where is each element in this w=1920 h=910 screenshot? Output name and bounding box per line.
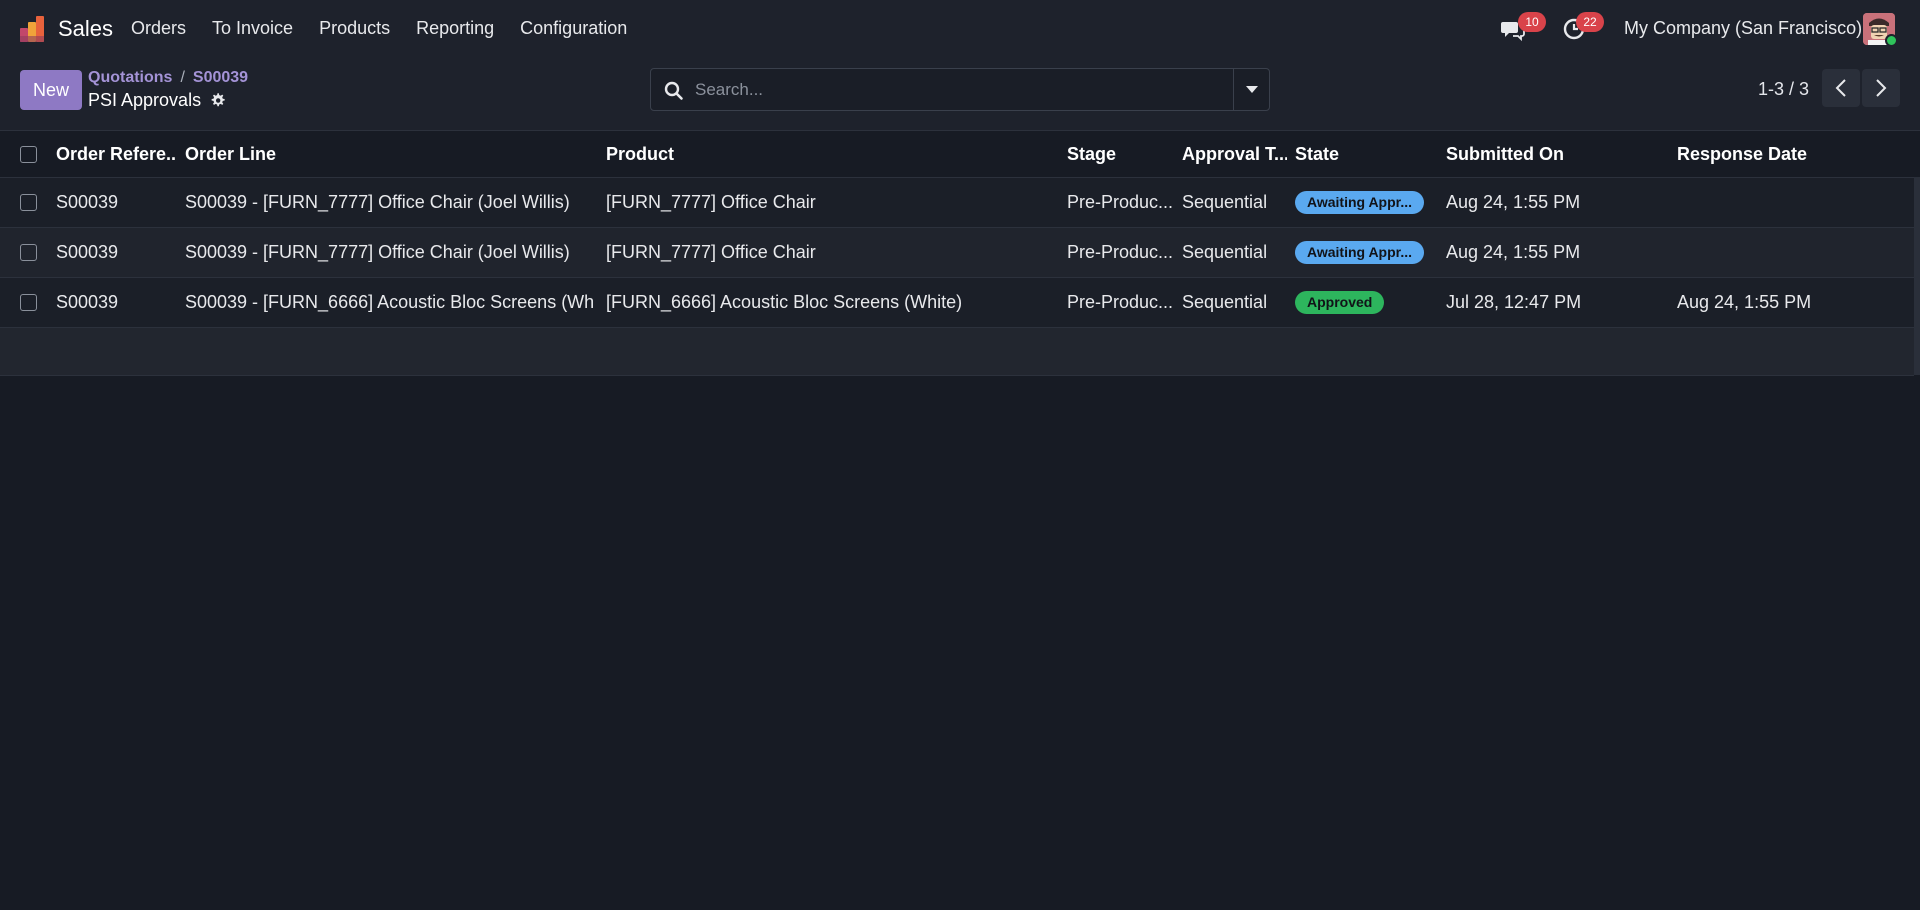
menu-orders[interactable]: Orders: [131, 18, 186, 39]
column-order-reference[interactable]: Order Refere...: [56, 132, 176, 177]
row-checkbox[interactable]: [20, 194, 37, 211]
menu-reporting[interactable]: Reporting: [416, 18, 494, 39]
row-checkbox[interactable]: [20, 244, 37, 261]
pager-value[interactable]: 1-3 / 3: [1758, 79, 1809, 100]
sales-app-icon[interactable]: [18, 14, 48, 44]
breadcrumb: Quotations / S00039: [88, 69, 248, 87]
cell-submitted-on: Aug 24, 1:55 PM: [1446, 242, 1581, 262]
pager-previous-button[interactable]: [1822, 69, 1860, 107]
cell-response-date: [1677, 228, 1907, 277]
caret-down-icon: [1245, 85, 1258, 93]
company-switcher[interactable]: My Company (San Francisco): [1624, 18, 1862, 39]
page-title: PSI Approvals: [88, 90, 202, 110]
top-navbar: Sales Orders To Invoice Products Reporti…: [0, 0, 1920, 59]
search-icon: [664, 81, 683, 100]
control-panel: New Quotations / S00039 PSI Approvals 1-3 …: [0, 59, 1920, 131]
cell-order-reference: S00039: [56, 192, 119, 212]
menu-products[interactable]: Products: [319, 18, 390, 39]
cell-approval-type: Sequential: [1182, 242, 1268, 262]
breadcrumb-separator: /: [180, 69, 185, 86]
cell-order-line: S00039 - [FURN_7777] Office Chair (Joel …: [185, 242, 570, 262]
state-badge: Awaiting Appr...: [1295, 191, 1425, 214]
cell-stage: Pre-Produc...: [1067, 242, 1172, 262]
cell-order-line: S00039 - [FURN_6666] Acoustic Bloc Scree…: [185, 292, 595, 312]
cell-order-line: S00039 - [FURN_7777] Office Chair (Joel …: [185, 192, 570, 212]
table-row[interactable]: S00039 S00039 - [FURN_6666] Acoustic Blo…: [0, 278, 1914, 328]
main-menu: Orders To Invoice Products Reporting Con…: [131, 18, 653, 39]
row-checkbox[interactable]: [20, 294, 37, 311]
cell-submitted-on: Jul 28, 12:47 PM: [1446, 292, 1582, 312]
list-scrollbar[interactable]: [1914, 177, 1920, 375]
column-order-line[interactable]: Order Line: [185, 132, 595, 177]
column-approval-type[interactable]: Approval T...: [1182, 132, 1287, 177]
table-row[interactable]: S00039 S00039 - [FURN_7777] Office Chair…: [0, 228, 1914, 278]
empty-list-row: [0, 328, 1914, 376]
activities-badge: 22: [1576, 12, 1604, 32]
cell-order-reference: S00039: [56, 242, 119, 262]
messages-badge: 10: [1518, 12, 1546, 32]
cell-approval-type: Sequential: [1182, 192, 1268, 212]
chevron-right-icon: [1876, 79, 1887, 97]
cell-response-date: [1677, 178, 1907, 227]
search-bar: [650, 68, 1270, 111]
cell-product: [FURN_7777] Office Chair: [606, 242, 816, 262]
online-status-dot: [1885, 34, 1898, 47]
breadcrumb-quotations[interactable]: Quotations: [88, 69, 172, 86]
state-badge: Approved: [1295, 291, 1385, 314]
table-row[interactable]: S00039 S00039 - [FURN_7777] Office Chair…: [0, 178, 1914, 228]
new-button[interactable]: New: [20, 70, 82, 110]
column-product[interactable]: Product: [606, 132, 1056, 177]
cell-stage: Pre-Produc...: [1067, 292, 1172, 312]
app-name[interactable]: Sales: [58, 16, 113, 42]
page-title-wrap: PSI Approvals: [88, 90, 226, 111]
chevron-left-icon: [1835, 79, 1846, 97]
cell-product: [FURN_6666] Acoustic Bloc Screens (White…: [606, 292, 963, 312]
search-input[interactable]: [695, 69, 1235, 110]
gear-icon[interactable]: [209, 92, 226, 109]
pager-next-button[interactable]: [1862, 69, 1900, 107]
column-response-date[interactable]: Response Date: [1677, 132, 1907, 177]
cell-response-date: Aug 24, 1:55 PM: [1677, 292, 1812, 312]
column-state[interactable]: State: [1295, 132, 1435, 177]
cell-approval-type: Sequential: [1182, 292, 1268, 312]
column-submitted-on[interactable]: Submitted On: [1446, 132, 1666, 177]
search-options-toggle[interactable]: [1233, 69, 1269, 110]
approvals-list: Order Refere... Order Line Product Stage…: [0, 132, 1914, 376]
state-badge: Awaiting Appr...: [1295, 241, 1425, 264]
menu-configuration[interactable]: Configuration: [520, 18, 627, 39]
cell-submitted-on: Aug 24, 1:55 PM: [1446, 192, 1581, 212]
breadcrumb-order[interactable]: S00039: [193, 69, 248, 86]
cell-order-reference: S00039: [56, 292, 119, 312]
cell-stage: Pre-Produc...: [1067, 192, 1172, 212]
list-header: Order Refere... Order Line Product Stage…: [0, 132, 1914, 178]
menu-to-invoice[interactable]: To Invoice: [212, 18, 293, 39]
select-all-checkbox[interactable]: [20, 146, 37, 163]
cell-product: [FURN_7777] Office Chair: [606, 192, 816, 212]
column-stage[interactable]: Stage: [1067, 132, 1172, 177]
